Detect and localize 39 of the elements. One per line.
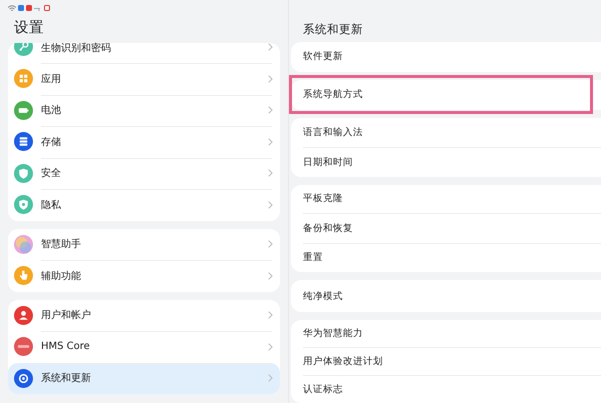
settings-item[interactable]: 备份和恢复	[303, 222, 353, 235]
settings-item[interactable]: 智慧助手	[8, 228, 280, 260]
settings-item[interactable]: 电池	[8, 94, 280, 126]
chevron-right-icon	[268, 74, 273, 83]
settings-item[interactable]: 重置	[303, 251, 323, 264]
settings-item[interactable]: 软件更新	[303, 50, 343, 63]
chevron-right-icon	[268, 200, 273, 209]
settings-item[interactable]: 认证标志	[303, 383, 343, 396]
settings-item[interactable]: 辅助功能	[8, 260, 280, 292]
cloud-app-icon	[18, 5, 24, 11]
notification-app-icon	[44, 5, 50, 11]
settings-item[interactable]: 安全	[8, 158, 280, 189]
settings-item[interactable]: 平板克隆	[303, 192, 343, 206]
section-title: 系统和更新	[302, 20, 364, 36]
settings-item[interactable]: 生物识别和密码	[8, 43, 280, 63]
settings-item[interactable]: HMS Core	[8, 331, 280, 362]
settings-item[interactable]: 应用	[8, 63, 280, 94]
chevron-right-icon	[268, 374, 273, 382]
chevron-right-icon	[268, 106, 273, 114]
settings-item[interactable]: 用户体验改进计划	[303, 355, 383, 368]
settings-item[interactable]: 存储	[8, 126, 280, 158]
settings-item[interactable]: 隐私	[8, 189, 280, 220]
settings-item[interactable]: 日期和时间	[303, 156, 353, 168]
chevron-right-icon	[268, 138, 273, 146]
wifi-icon	[8, 4, 16, 12]
page-title: 设置	[13, 19, 45, 38]
notification-app-icon	[26, 5, 32, 11]
chevron-right-icon	[268, 240, 273, 248]
chevron-right-icon	[268, 272, 273, 280]
settings-item[interactable]: 系统和更新	[8, 362, 280, 394]
settings-item[interactable]: 用户和帐户	[8, 300, 280, 331]
settings-item[interactable]: 华为智慧能力	[303, 327, 363, 340]
chevron-right-icon	[268, 342, 273, 351]
settings-item[interactable]: 系统导航方式	[303, 88, 363, 101]
chevron-right-icon	[268, 169, 273, 178]
settings-item[interactable]: 语言和输入法	[303, 126, 363, 138]
chevron-right-icon	[268, 311, 273, 320]
chevron-right-icon	[268, 43, 273, 51]
settings-item[interactable]: 纯净模式	[303, 290, 343, 302]
